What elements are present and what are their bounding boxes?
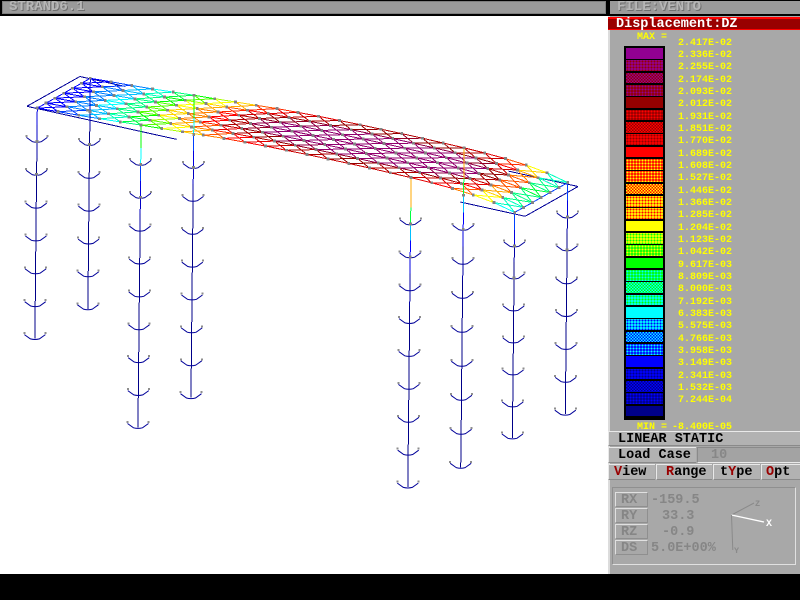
svg-text:Y: Y bbox=[734, 546, 740, 556]
svg-text:X: X bbox=[766, 519, 772, 530]
svg-text:Z: Z bbox=[755, 499, 760, 509]
